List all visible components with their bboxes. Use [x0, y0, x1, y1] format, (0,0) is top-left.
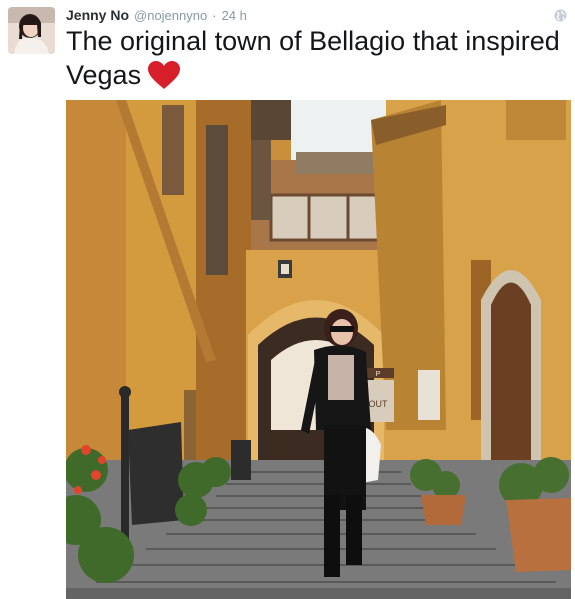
tweet-text: The original town of Bellagio that inspi…: [66, 24, 566, 92]
tweet-photo[interactable]: OUT P: [66, 100, 571, 599]
shop-sign-out: OUT: [369, 399, 389, 409]
author-handle[interactable]: @nojennyno: [134, 8, 207, 23]
header-separator: ·: [212, 8, 217, 23]
author-name[interactable]: Jenny No: [66, 7, 129, 23]
globe-icon: [554, 9, 567, 22]
bellagio-street-photo: OUT P: [66, 100, 571, 599]
tweet-card: Jenny No @nojennyno · 24 h The original …: [0, 0, 575, 599]
avatar-portrait-icon: [8, 7, 55, 54]
tweet-header: Jenny No @nojennyno · 24 h: [66, 7, 247, 25]
tweet-timestamp[interactable]: 24 h: [222, 8, 247, 23]
tweet-text-body: The original town of Bellagio that inspi…: [66, 26, 560, 90]
red-heart-icon: [148, 61, 181, 89]
shop-sign-p: P: [376, 371, 381, 378]
author-avatar[interactable]: [8, 7, 55, 54]
